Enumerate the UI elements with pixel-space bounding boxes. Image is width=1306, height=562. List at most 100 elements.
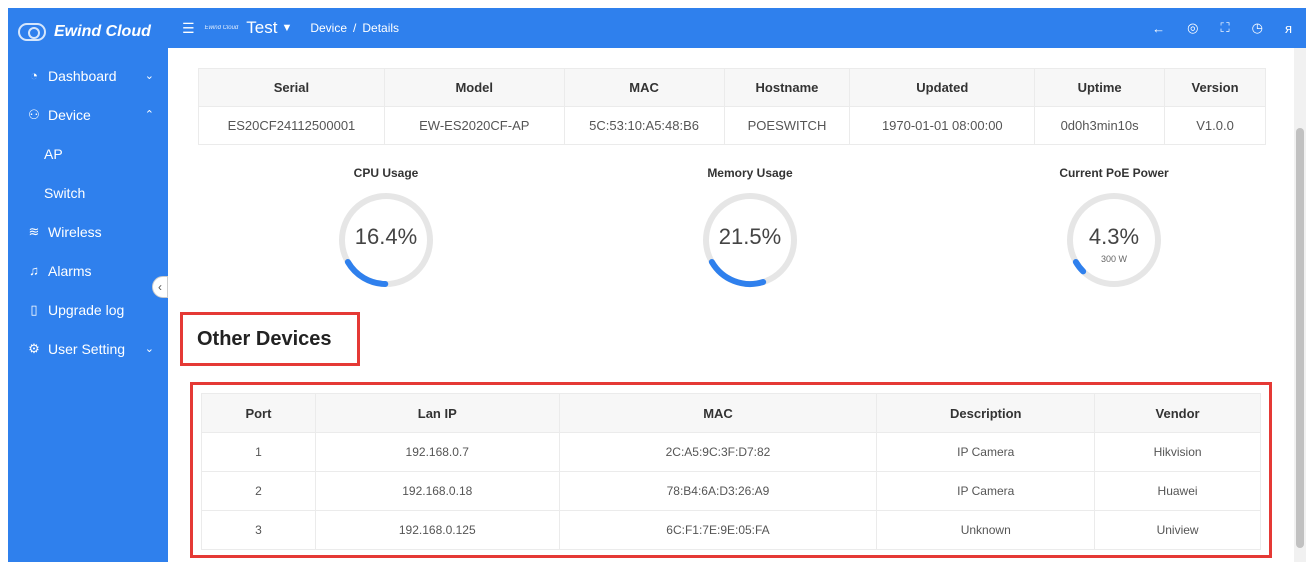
chevron-down-icon: ⌄	[144, 343, 154, 355]
table-cell: 6C:F1:7E:9E:05:FA	[558, 510, 878, 550]
column-header: Lan IP	[314, 393, 560, 433]
table-row: 3 192.168.0.125 6C:F1:7E:9E:05:FA Unknow…	[201, 510, 1261, 550]
table-cell: 1970-01-01 08:00:00	[849, 106, 1036, 145]
sidebar-item-ap[interactable]: AP	[8, 134, 168, 173]
sidebar-item-label: Alarms	[48, 262, 92, 279]
sidebar-item-label: Device	[48, 106, 91, 123]
sidebar-collapse-button[interactable]: ‹	[152, 276, 168, 298]
chevron-down-icon: ⌄	[144, 70, 154, 82]
sidebar-item-dashboard[interactable]: ◔ Dashboard ⌄	[8, 56, 168, 95]
eye-icon[interactable]: ◎	[1187, 20, 1198, 36]
file-icon: ▯	[30, 301, 38, 317]
column-header: Uptime	[1034, 68, 1166, 107]
table-header-row: Port Lan IP MAC Description Vendor	[201, 393, 1261, 433]
scrollbar-thumb[interactable]	[1296, 128, 1304, 548]
table-cell: 3	[201, 510, 316, 550]
sidebar-item-user-setting[interactable]: ⚙ User Setting ⌄	[8, 329, 168, 368]
sidebar-item-wireless[interactable]: ≋ Wireless	[8, 212, 168, 251]
device-icon: ⚇	[28, 106, 40, 122]
column-header: Updated	[849, 68, 1036, 107]
table-cell: 2C:A5:9C:3F:D7:82	[558, 432, 878, 472]
table-cell: 1	[201, 432, 316, 472]
gauge-title: Current PoE Power	[1059, 166, 1169, 180]
gauge: 16.4%	[336, 190, 436, 290]
breadcrumb-details: Details	[362, 21, 400, 35]
device-info-table: Serial Model MAC Hostname Updated Uptime…	[198, 68, 1266, 145]
sidebar-item-label: Switch	[44, 184, 86, 201]
column-header: Model	[383, 68, 565, 107]
vertical-scrollbar[interactable]	[1294, 48, 1306, 562]
header-actions: ← ◎ ⛶ ◷ ᴙ	[1152, 8, 1292, 48]
table-cell: 192.168.0.7	[314, 432, 560, 472]
other-devices-heading-box: Other Devices	[180, 312, 360, 366]
gauge-subtext: 300 W	[1100, 254, 1127, 264]
column-header: MAC	[563, 68, 725, 107]
bell-icon: ♫	[29, 263, 39, 278]
main-content: Serial Model MAC Hostname Updated Uptime…	[168, 48, 1294, 562]
sidebar-item-alarms[interactable]: ♫ Alarms	[8, 251, 168, 290]
column-header: Port	[201, 393, 316, 433]
table-cell: Unknown	[876, 510, 1096, 550]
gauge-value: 4.3%	[1088, 224, 1140, 249]
column-header: Description	[876, 393, 1096, 433]
table-cell: 192.168.0.125	[314, 510, 560, 550]
gauge: 4.3% 300 W	[1064, 190, 1164, 290]
table-row: 1 192.168.0.7 2C:A5:9C:3F:D7:82 IP Camer…	[201, 432, 1261, 472]
memory-usage-gauge: Memory Usage 21.5%	[650, 166, 850, 290]
table-cell: IP Camera	[876, 432, 1096, 472]
user-icon[interactable]: ᴙ	[1285, 21, 1292, 36]
column-header: Hostname	[723, 68, 851, 107]
poe-power-gauge: Current PoE Power 4.3% 300 W	[1014, 166, 1214, 290]
dashboard-icon: ◔	[30, 68, 38, 83]
sidebar-item-label: Wireless	[48, 223, 102, 240]
table-row: ES20CF24112500001 EW-ES2020CF-AP 5C:53:1…	[198, 106, 1266, 145]
column-header: Version	[1164, 68, 1266, 107]
breadcrumb-device[interactable]: Device	[310, 21, 347, 35]
gauge-progress-arc	[344, 259, 389, 287]
gauge-title: CPU Usage	[353, 166, 419, 180]
column-header: MAC	[558, 393, 878, 433]
project-selector[interactable]: Test	[246, 18, 277, 38]
table-cell: Hikvision	[1094, 432, 1261, 472]
table-cell: Huawei	[1094, 471, 1261, 511]
logo: Ewind Cloud	[8, 8, 168, 56]
sidebar-item-label: User Setting	[48, 340, 126, 357]
sidebar-item-device[interactable]: ⚇ Device ⌃	[8, 95, 168, 134]
table-cell: 0d0h3min10s	[1034, 106, 1166, 145]
wifi-icon: ≋	[28, 223, 40, 239]
other-devices-box: Port Lan IP MAC Description Vendor 1 192…	[190, 382, 1272, 558]
clock-icon[interactable]: ◷	[1252, 20, 1263, 36]
table-cell: 78:B4:6A:D3:26:A9	[558, 471, 878, 511]
sidebar-item-switch[interactable]: Switch	[8, 173, 168, 212]
menu-toggle-icon[interactable]: ☰	[182, 20, 195, 37]
column-header: Vendor	[1094, 393, 1261, 433]
top-bar: ☰ Ewind Cloud Test ▼ Device / Details ← …	[168, 8, 1306, 48]
fullscreen-icon[interactable]: ⛶	[1221, 20, 1230, 36]
column-header: Serial	[198, 68, 385, 107]
table-row: 2 192.168.0.18 78:B4:6A:D3:26:A9 IP Came…	[201, 471, 1261, 511]
caret-down-icon[interactable]: ▼	[281, 22, 292, 34]
cloud-icon	[18, 23, 46, 41]
gauge-progress-arc	[708, 259, 767, 287]
cpu-usage-gauge: CPU Usage 16.4%	[286, 166, 486, 290]
other-devices-table: Port Lan IP MAC Description Vendor 1 192…	[201, 393, 1261, 550]
table-cell: ES20CF24112500001	[198, 106, 385, 145]
table-cell: IP Camera	[876, 471, 1096, 511]
back-icon[interactable]: ←	[1152, 21, 1165, 36]
sidebar-item-label: Upgrade log	[48, 301, 125, 318]
sidebar: Ewind Cloud ◔ Dashboard ⌄ ⚇ Device ⌃ AP …	[8, 8, 168, 562]
gauge-value: 21.5%	[718, 224, 782, 249]
gauge: 21.5%	[700, 190, 800, 290]
gauge-title: Memory Usage	[707, 166, 793, 180]
small-brand: Ewind Cloud	[204, 25, 239, 31]
breadcrumb-separator: /	[353, 21, 357, 35]
gauge-value: 16.4%	[354, 224, 418, 249]
section-title: Other Devices	[197, 327, 332, 350]
table-header-row: Serial Model MAC Hostname Updated Uptime…	[198, 68, 1266, 107]
table-cell: 5C:53:10:A5:48:B6	[563, 106, 725, 145]
sidebar-item-label: AP	[44, 145, 63, 162]
sidebar-item-label: Dashboard	[48, 67, 117, 84]
sidebar-item-upgrade-log[interactable]: ▯ Upgrade log	[8, 290, 168, 329]
chevron-up-icon: ⌃	[144, 109, 154, 121]
table-cell: 192.168.0.18	[314, 471, 560, 511]
